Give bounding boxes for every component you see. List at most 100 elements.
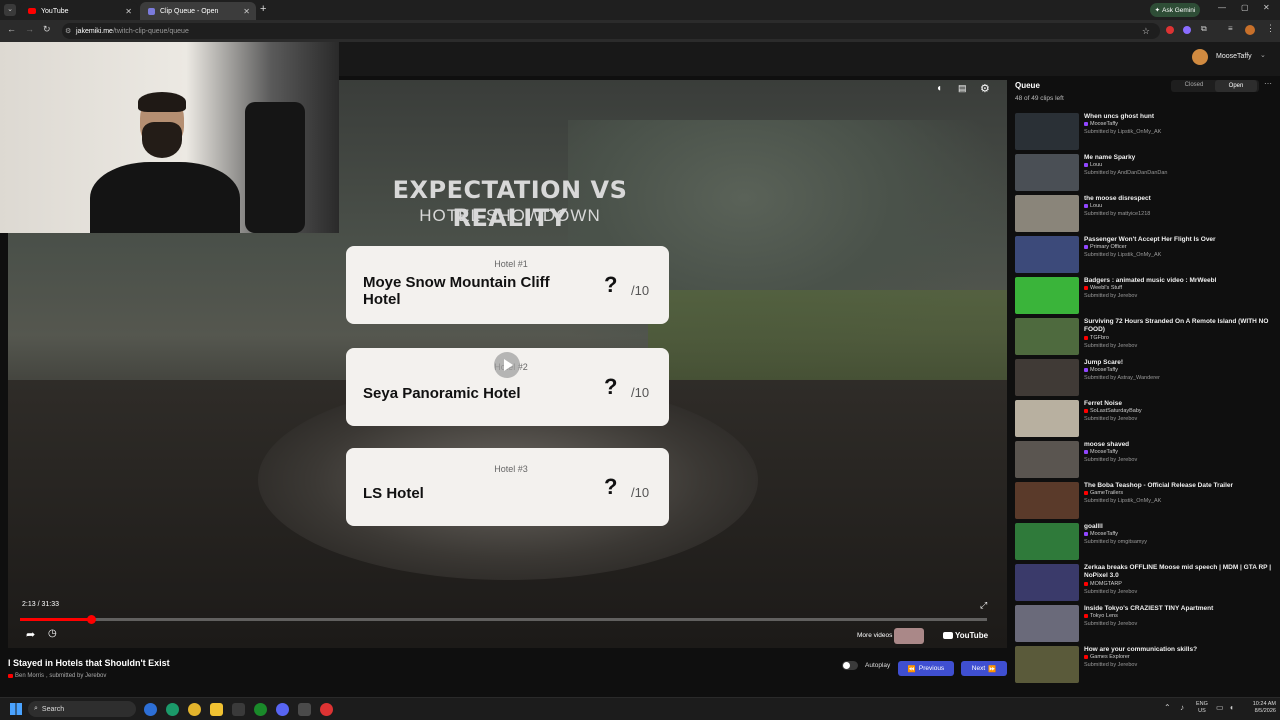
queue-item[interactable]: Jump Scare! MooseTaffy Submitted by Astray… — [1015, 359, 1277, 399]
queue-item[interactable]: Zerkaa breaks OFFLINE Moose mid speech |… — [1015, 564, 1277, 604]
close-window-icon[interactable]: ✕ — [1263, 3, 1270, 12]
queue-item-title[interactable]: moose shaved — [1084, 441, 1279, 449]
tab-youtube[interactable]: YouTube ✕ — [20, 2, 138, 20]
tray-chevron-icon[interactable]: ⌃ — [1164, 703, 1171, 712]
autoplay-toggle[interactable] — [842, 661, 858, 670]
queue-item-title[interactable]: How are your communication skills? — [1084, 646, 1279, 654]
reload-icon[interactable]: ↻ — [43, 24, 51, 35]
new-tab-button[interactable]: + — [260, 3, 266, 15]
queue-item[interactable]: When uncs ghost hunt MooseTaffy Submitted … — [1015, 113, 1277, 153]
watch-later-icon[interactable]: ◷ — [48, 628, 57, 639]
profile-avatar-icon[interactable] — [1245, 25, 1255, 35]
sidebar-icon[interactable]: ≡ — [1228, 24, 1233, 33]
close-tab-icon[interactable]: ✕ — [125, 7, 132, 16]
chevron-down-icon[interactable]: ⌄ — [1260, 51, 1266, 59]
queue-item-thumbnail[interactable] — [1015, 236, 1079, 273]
tab-menu-button[interactable]: ⌄ — [4, 4, 16, 16]
queue-item-title[interactable]: Passenger Won't Accept Her Flight Is Ove… — [1084, 236, 1279, 244]
close-tab-icon[interactable]: ✕ — [243, 7, 250, 16]
queue-item[interactable]: Ferret Noise SoLastSaturdayBaby Submitted … — [1015, 400, 1277, 440]
queue-item-title[interactable]: Zerkaa breaks OFFLINE Moose mid speech |… — [1084, 564, 1279, 580]
forward-icon[interactable]: → — [25, 24, 34, 34]
queue-item-title[interactable]: Inside Tokyo's CRAZIEST TINY Apartment — [1084, 605, 1279, 613]
queue-item[interactable]: goallll MooseTaffy Submitted by omgitsamyy — [1015, 523, 1277, 563]
windows-start-icon[interactable] — [10, 703, 22, 715]
queue-item-title[interactable]: Badgers : animated music video : MrWeebl — [1084, 277, 1279, 285]
queue-item-thumbnail[interactable] — [1015, 277, 1079, 314]
taskbar-search[interactable]: ⌕ Search — [28, 701, 136, 717]
queue-item[interactable]: moose shaved MooseTaffy Submitted by Jereb… — [1015, 441, 1277, 481]
queue-item[interactable]: the moose disrespect Louu Submitted by mat… — [1015, 195, 1277, 235]
network-icon[interactable]: ▭ — [1216, 703, 1224, 712]
queue-item-thumbnail[interactable] — [1015, 195, 1079, 232]
minimize-icon[interactable]: — — [1218, 3, 1226, 12]
puzzle-icon[interactable]: ⧉ — [1201, 24, 1207, 34]
chrome-icon[interactable] — [188, 703, 201, 716]
extension-icon[interactable] — [1166, 26, 1174, 34]
queue-item-thumbnail[interactable] — [1015, 318, 1079, 355]
file-explorer-icon[interactable] — [210, 703, 223, 716]
fullscreen-icon[interactable]: ⤢ — [980, 600, 987, 611]
url-input[interactable]: ⚙ jakemiki.me/twitch-clip-queue/queue ☆ — [62, 23, 1160, 39]
queue-item[interactable]: Badgers : animated music video : MrWeebl… — [1015, 277, 1277, 317]
youtube-logo[interactable]: YouTube — [943, 631, 988, 640]
queue-item-title[interactable]: Me name Sparky — [1084, 154, 1279, 162]
edge-icon[interactable] — [166, 703, 179, 716]
queue-item-thumbnail[interactable] — [1015, 646, 1079, 683]
bookmark-star-icon[interactable]: ☆ — [1142, 26, 1150, 37]
queue-item-title[interactable]: Jump Scare! — [1084, 359, 1279, 367]
user-avatar[interactable] — [1192, 49, 1208, 65]
queue-item[interactable]: Passenger Won't Accept Her Flight Is Ove… — [1015, 236, 1277, 276]
site-info-icon[interactable]: ⚙ — [65, 27, 71, 35]
more-videos-label[interactable]: More videos — [857, 632, 892, 639]
app-icon[interactable] — [298, 703, 311, 716]
queue-item-thumbnail[interactable] — [1015, 523, 1079, 560]
next-button[interactable]: Next ⏩ — [961, 661, 1007, 676]
obs-icon[interactable] — [320, 703, 333, 716]
queue-item-thumbnail[interactable] — [1015, 605, 1079, 642]
queue-item[interactable]: Surviving 72 Hours Stranded On A Remote … — [1015, 318, 1277, 358]
queue-item-thumbnail[interactable] — [1015, 482, 1079, 519]
gemini-button[interactable]: ✦ Ask Gemini — [1150, 3, 1200, 17]
queue-item-title[interactable]: Ferret Noise — [1084, 400, 1279, 408]
queue-item[interactable]: Me name Sparky Louu Submitted by AndDanDan… — [1015, 154, 1277, 194]
mic-icon[interactable]: ♪ — [1180, 703, 1184, 712]
closed-tab[interactable]: Closed — [1179, 82, 1209, 88]
volume-icon[interactable]: ◖ — [1229, 703, 1234, 712]
queue-item-thumbnail[interactable] — [1015, 441, 1079, 478]
queue-item-thumbnail[interactable] — [1015, 564, 1079, 601]
copilot-icon[interactable] — [144, 703, 157, 716]
queue-item-thumbnail[interactable] — [1015, 154, 1079, 191]
queue-item-title[interactable]: When uncs ghost hunt — [1084, 113, 1279, 121]
queue-item-title[interactable]: Surviving 72 Hours Stranded On A Remote … — [1084, 318, 1279, 334]
video-channel[interactable]: Ben Morris — [15, 673, 44, 679]
queue-item-thumbnail[interactable] — [1015, 359, 1079, 396]
extension-icon[interactable] — [1183, 26, 1191, 34]
queue-item[interactable]: The Boba Teashop - Official Release Date… — [1015, 482, 1277, 522]
video-progress-bar[interactable] — [20, 615, 987, 624]
queue-item-thumbnail[interactable] — [1015, 113, 1079, 150]
more-videos-thumbnail[interactable] — [894, 628, 924, 644]
mute-icon[interactable]: ◖ — [936, 83, 942, 94]
discord-icon[interactable] — [276, 703, 289, 716]
queue-item[interactable]: How are your communication skills? Games … — [1015, 646, 1277, 686]
queue-item-title[interactable]: the moose disrespect — [1084, 195, 1279, 203]
queue-item[interactable]: Inside Tokyo's CRAZIEST TINY Apartment To… — [1015, 605, 1277, 645]
browser-menu-icon[interactable]: ⋮ — [1266, 23, 1275, 34]
queue-item-title[interactable]: The Boba Teashop - Official Release Date… — [1084, 482, 1279, 490]
queue-item-title[interactable]: goallll — [1084, 523, 1279, 531]
language-indicator[interactable]: ENG US — [1196, 701, 1208, 715]
clock[interactable]: 10:24 AM 8/5/2026 — [1244, 701, 1276, 715]
video-progress-scrubber[interactable] — [87, 615, 96, 624]
tab-clip-queue[interactable]: Clip Queue - Open ✕ — [140, 2, 256, 20]
back-icon[interactable]: ← — [7, 24, 16, 34]
play-icon[interactable] — [494, 352, 520, 378]
username[interactable]: MooseTaffy — [1216, 53, 1252, 60]
maximize-icon[interactable]: ▢ — [1241, 3, 1249, 12]
settings-gear-icon[interactable]: ⚙ — [980, 82, 990, 95]
queue-menu-icon[interactable]: ⋯ — [1264, 79, 1272, 88]
xbox-icon[interactable] — [254, 703, 267, 716]
app-icon[interactable] — [232, 703, 245, 716]
share-icon[interactable]: ➦ — [26, 628, 35, 641]
open-tab[interactable]: Open — [1215, 80, 1257, 92]
